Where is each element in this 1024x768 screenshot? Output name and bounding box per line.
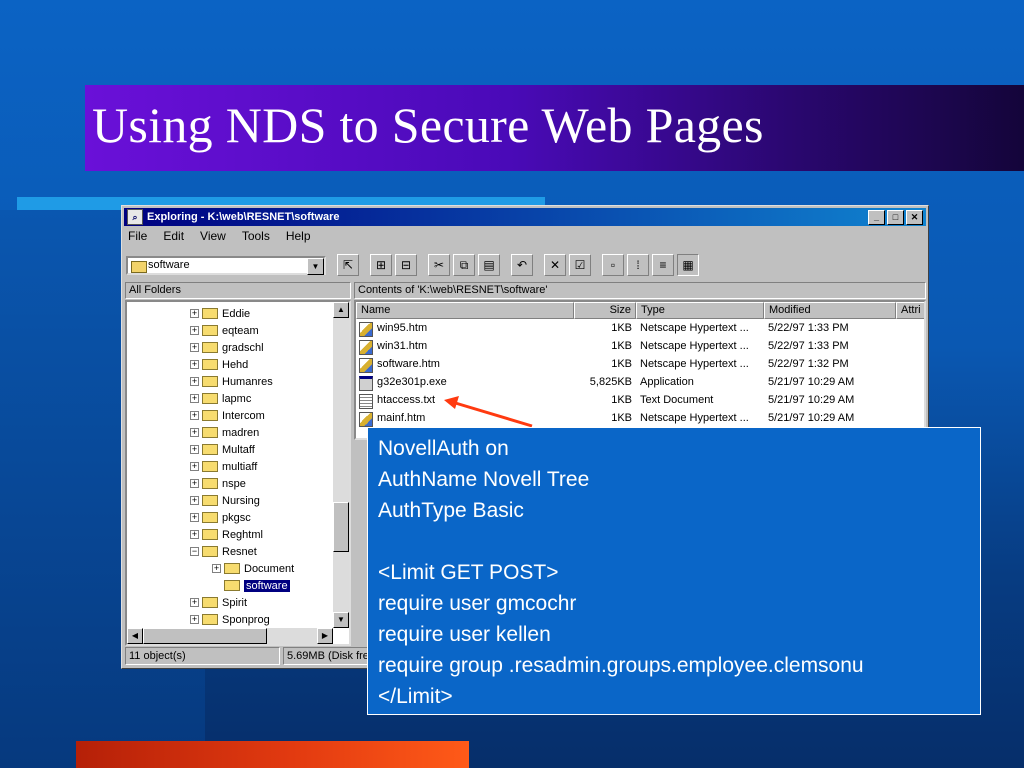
callout-line: require group .resadmin.groups.employee.…	[378, 654, 864, 677]
callout-line: AuthType Basic	[378, 499, 524, 522]
callout-line: </Limit>	[378, 685, 453, 708]
arrow-shaft	[451, 400, 533, 428]
callout-line: <Limit GET POST>	[378, 561, 559, 584]
callout-line: require user kellen	[378, 623, 551, 646]
callout-line: AuthName Novell Tree	[378, 468, 590, 491]
arrow-head	[444, 396, 459, 409]
callout-line: NovellAuth on	[378, 437, 509, 460]
callout-line	[378, 526, 970, 557]
htaccess-callout: NovellAuth on AuthName Novell Tree AuthTyp…	[367, 427, 981, 715]
callout-line: require user gmcochr	[378, 592, 577, 615]
